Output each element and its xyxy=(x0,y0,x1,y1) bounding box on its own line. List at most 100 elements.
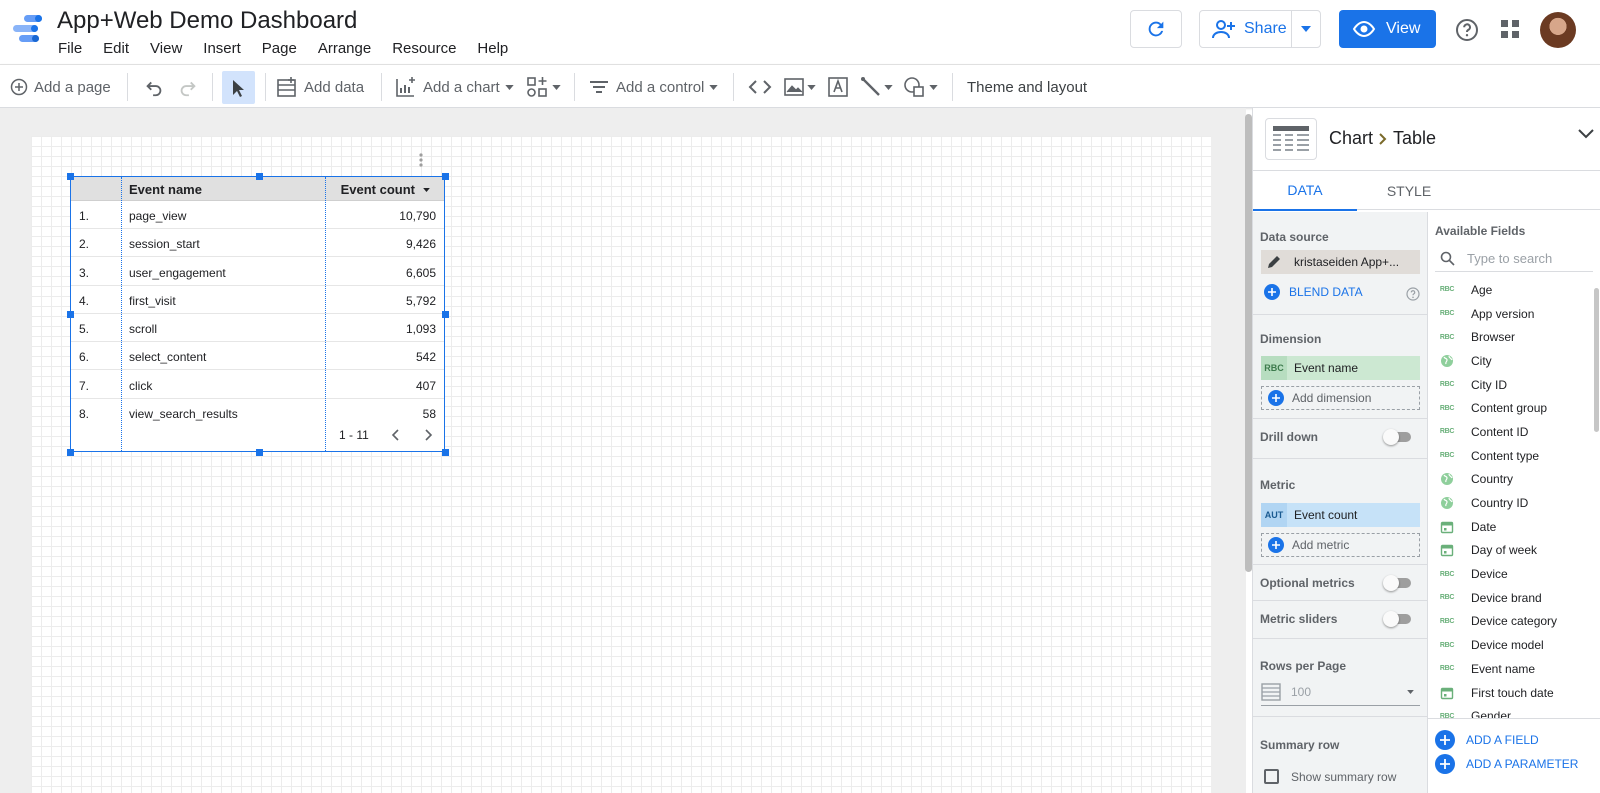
menu-file[interactable]: File xyxy=(58,40,82,57)
field-item[interactable]: RBC Device category xyxy=(1428,610,1593,634)
resize-handle[interactable] xyxy=(256,449,263,456)
field-search-input[interactable]: Type to search xyxy=(1435,246,1593,272)
add-parameter-button[interactable]: ADD A PARAMETER xyxy=(1435,754,1578,774)
field-item[interactable]: Country xyxy=(1428,468,1593,492)
field-item[interactable]: Date xyxy=(1428,515,1593,539)
metric-aggregation-badge: AUT xyxy=(1261,503,1287,527)
field-item[interactable]: RBC City ID xyxy=(1428,373,1593,397)
field-item[interactable]: City xyxy=(1428,349,1593,373)
add-page-button[interactable]: Add a page xyxy=(10,65,111,109)
embed-url-button[interactable] xyxy=(748,65,772,109)
table-chart[interactable]: Event name Event count 1. page_view 10,7… xyxy=(70,176,445,452)
share-button[interactable]: Share xyxy=(1200,11,1292,47)
resize-handle[interactable] xyxy=(442,449,449,456)
field-item[interactable]: RBC Device model xyxy=(1428,633,1593,657)
metric-sliders-toggle[interactable] xyxy=(1383,611,1411,627)
help-icon[interactable] xyxy=(1455,18,1479,42)
add-field-button[interactable]: ADD A FIELD xyxy=(1435,730,1539,750)
chevron-down-icon[interactable] xyxy=(1578,129,1594,139)
table-row: 3. user_engagement 6,605 xyxy=(71,258,444,286)
report-title[interactable]: App+Web Demo Dashboard xyxy=(57,7,357,35)
event-name-cell: first_visit xyxy=(129,294,176,308)
drill-down-toggle[interactable] xyxy=(1383,429,1411,445)
field-item[interactable]: RBC Content type xyxy=(1428,444,1593,468)
table-row: 7. click 407 xyxy=(71,371,444,399)
field-item[interactable]: RBC Event name xyxy=(1428,657,1593,681)
view-button[interactable]: View xyxy=(1339,10,1436,48)
resize-handle[interactable] xyxy=(67,449,74,456)
apps-grid-icon[interactable] xyxy=(1500,19,1520,39)
menu-edit[interactable]: Edit xyxy=(103,40,129,57)
user-avatar[interactable] xyxy=(1540,12,1576,48)
data-studio-logo-icon[interactable] xyxy=(10,12,44,46)
toolbar-divider xyxy=(265,73,266,101)
field-item[interactable]: RBC Browser xyxy=(1428,325,1593,349)
show-summary-row-checkbox[interactable]: Show summary row xyxy=(1264,769,1396,784)
data-source-chip[interactable]: kristaseiden App+... xyxy=(1261,250,1420,274)
blend-data-button[interactable]: BLEND DATA xyxy=(1264,284,1363,300)
chevron-left-icon[interactable] xyxy=(391,429,399,441)
field-item[interactable]: Country ID xyxy=(1428,491,1593,515)
redo-button[interactable] xyxy=(177,65,199,109)
field-item[interactable]: RBC Gender xyxy=(1428,704,1593,718)
image-button[interactable] xyxy=(783,65,816,109)
resize-handle[interactable] xyxy=(442,311,449,318)
line-button[interactable] xyxy=(860,65,893,109)
community-viz-button[interactable] xyxy=(526,65,561,109)
resize-handle[interactable] xyxy=(442,173,449,180)
resize-handle[interactable] xyxy=(67,173,74,180)
theme-layout-button[interactable]: Theme and layout xyxy=(967,65,1087,109)
field-item[interactable]: RBC Device xyxy=(1428,562,1593,586)
add-metric-button[interactable]: Add metric xyxy=(1261,533,1420,557)
rows-per-page-select[interactable]: 100 xyxy=(1261,678,1420,706)
add-control-button[interactable]: Add a control xyxy=(588,65,719,109)
geo-field-icon xyxy=(1437,354,1457,368)
field-item[interactable]: RBC Device brand xyxy=(1428,586,1593,610)
field-item[interactable]: Day of week xyxy=(1428,539,1593,563)
menu-view[interactable]: View xyxy=(150,40,182,57)
metric-chip[interactable]: AUT Event count xyxy=(1261,503,1420,527)
menu-insert[interactable]: Insert xyxy=(203,40,241,57)
text-box-button[interactable] xyxy=(827,65,849,109)
field-item[interactable]: RBC App version xyxy=(1428,302,1593,326)
field-item[interactable]: First touch date xyxy=(1428,681,1593,705)
checkbox-icon xyxy=(1264,769,1279,784)
add-chart-button[interactable]: Add a chart xyxy=(395,65,514,109)
menu-resource[interactable]: Resource xyxy=(392,40,456,57)
event-count-cell: 1,093 xyxy=(405,322,436,336)
field-item[interactable]: RBC Content group xyxy=(1428,396,1593,420)
resize-handle[interactable] xyxy=(67,311,74,318)
optional-metrics-toggle[interactable] xyxy=(1383,575,1411,591)
section-divider xyxy=(1253,458,1428,459)
share-button-group: Share xyxy=(1199,10,1321,48)
add-data-button[interactable]: Add data xyxy=(276,65,364,109)
text-field-icon: RBC xyxy=(1439,452,1455,460)
refresh-button[interactable] xyxy=(1130,10,1182,48)
menu-help[interactable]: Help xyxy=(477,40,508,57)
dimension-chip[interactable]: RBC Event name xyxy=(1261,356,1420,380)
column-header-event-count[interactable]: Event count xyxy=(341,182,430,197)
more-options-icon[interactable] xyxy=(419,153,423,167)
menu-page[interactable]: Page xyxy=(262,40,297,57)
pagination-range: 1 - 11 xyxy=(339,428,369,442)
add-dimension-button[interactable]: Add dimension xyxy=(1261,386,1420,410)
undo-button[interactable] xyxy=(143,65,165,109)
resize-handle[interactable] xyxy=(256,173,263,180)
canvas-scrollbar[interactable] xyxy=(1245,114,1252,572)
field-item[interactable]: RBC Content ID xyxy=(1428,420,1593,444)
column-header-event-name[interactable]: Event name xyxy=(129,182,202,197)
fields-scrollbar[interactable] xyxy=(1594,288,1599,432)
tab-data[interactable]: DATA xyxy=(1253,171,1357,211)
caret-down-icon xyxy=(552,84,561,90)
field-item[interactable]: RBC Age xyxy=(1428,278,1593,302)
share-dropdown-button[interactable] xyxy=(1292,11,1320,47)
menu-arrange[interactable]: Arrange xyxy=(318,40,371,57)
pencil-icon[interactable] xyxy=(1261,250,1287,274)
tab-style[interactable]: STYLE xyxy=(1357,171,1461,211)
chevron-right-icon[interactable] xyxy=(425,429,433,441)
help-circle-icon[interactable] xyxy=(1406,287,1420,301)
table-chart-type-icon[interactable] xyxy=(1265,118,1317,160)
select-tool-button[interactable] xyxy=(222,71,255,104)
row-number: 8. xyxy=(79,407,90,421)
shape-button[interactable] xyxy=(903,65,938,109)
